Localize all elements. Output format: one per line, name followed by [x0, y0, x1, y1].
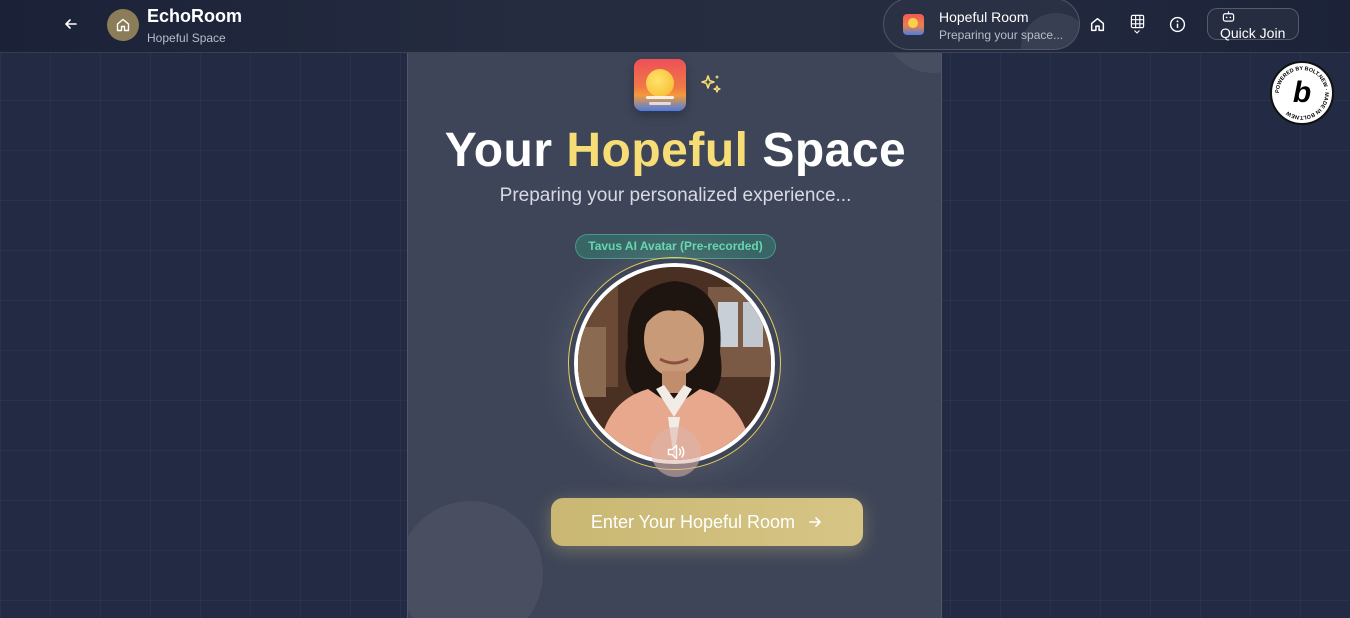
card-decoration-top	[883, 53, 941, 73]
mute-toggle-button[interactable]	[651, 427, 701, 477]
app-subtitle: Hopeful Space	[147, 31, 226, 45]
bot-icon	[1222, 11, 1235, 22]
headline-accent: Hopeful	[566, 124, 749, 177]
volume-icon	[667, 444, 685, 460]
headline-suffix: Space	[748, 124, 907, 177]
chevron-down-icon	[1134, 29, 1140, 34]
top-bar: EchoRoom Hopeful Space Hopeful Room Prep…	[0, 0, 1350, 53]
headline-prefix: Your	[444, 124, 567, 177]
logo-line	[649, 102, 671, 105]
enter-room-button[interactable]: Enter Your Hopeful Room	[551, 498, 863, 546]
room-status-pill[interactable]: Hopeful Room Preparing your space...	[883, 0, 1080, 50]
back-button[interactable]	[60, 13, 82, 35]
bolt-logo-icon: b	[1283, 74, 1321, 112]
bolt-powered-badge[interactable]: POWERED BY BOLT.NEW · MADE IN BOLT.NEW b	[1270, 61, 1334, 125]
quick-join-label: Quick Join	[1220, 25, 1286, 41]
nav-home-button[interactable]	[1086, 13, 1108, 35]
sparkles-icon	[701, 75, 721, 93]
card-decoration-bottom	[408, 501, 543, 618]
app-title: EchoRoom	[147, 6, 243, 26]
enter-room-label: Enter Your Hopeful Room	[590, 511, 796, 532]
room-logo-icon	[903, 14, 924, 35]
nav-rooms-grid-button[interactable]	[1126, 10, 1148, 38]
avatar-source-badge: Tavus AI Avatar (Pre-recorded)	[575, 234, 776, 259]
sun-shape	[646, 69, 674, 97]
logo-line	[646, 96, 674, 99]
home-icon	[116, 18, 130, 32]
hopeful-room-logo-icon	[634, 59, 686, 111]
quick-join-button[interactable]: Quick Join	[1207, 8, 1299, 41]
room-title: Hopeful Room	[939, 9, 1029, 25]
info-icon	[1169, 16, 1185, 32]
room-subtitle: Preparing your space...	[939, 28, 1064, 42]
nav-info-button[interactable]	[1166, 13, 1188, 35]
welcome-card: Your Hopeful Space Preparing your person…	[407, 53, 942, 618]
page-title: Your Hopeful Space	[408, 123, 941, 178]
arrow-left-icon	[65, 19, 77, 29]
brand-home-badge[interactable]	[107, 9, 139, 41]
home-icon	[1090, 17, 1104, 31]
page-subtitle: Preparing your personalized experience..…	[499, 185, 852, 206]
grid-icon	[1130, 14, 1144, 28]
arrow-right-icon	[809, 517, 821, 527]
